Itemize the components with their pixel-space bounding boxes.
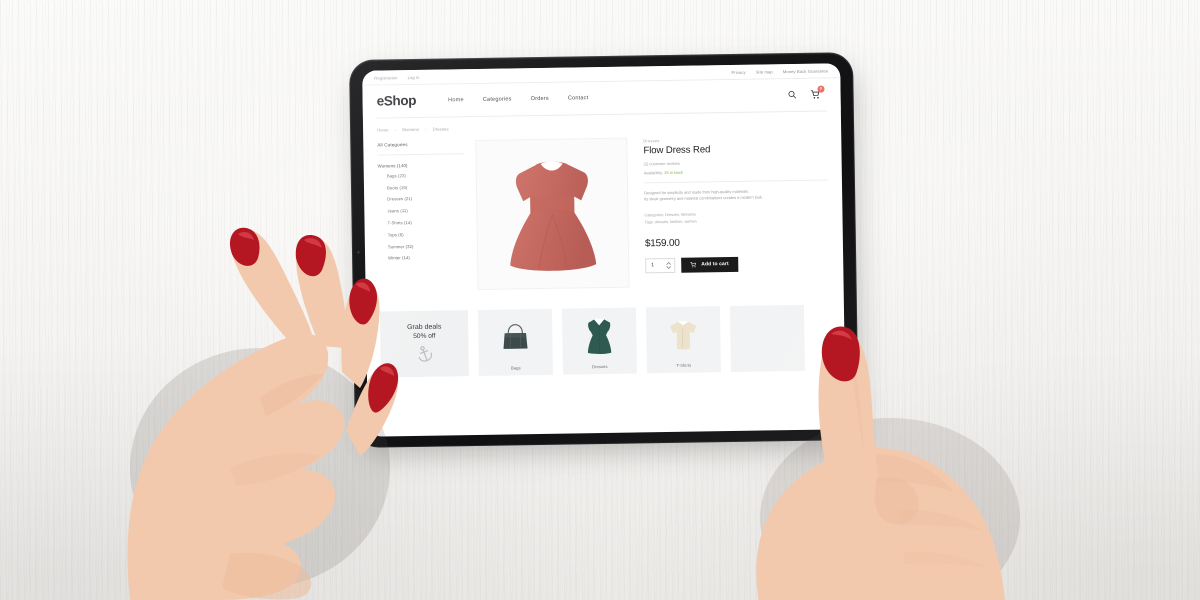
- info-divider: [643, 178, 828, 183]
- product-image[interactable]: [475, 137, 630, 290]
- header-actions: 0: [788, 85, 827, 100]
- add-to-cart-label: Add to cart: [701, 261, 729, 268]
- product-description-line2: Its sleek geometry and material combinat…: [644, 194, 763, 202]
- promo-card-caption: Dresses: [591, 363, 608, 369]
- cart-icon[interactable]: 0: [810, 85, 825, 99]
- quantity-value[interactable]: 1: [651, 262, 666, 269]
- promo-deal-banner[interactable]: Grab deals 50% off: [379, 309, 469, 378]
- promo-card-hidden[interactable]: [729, 304, 805, 372]
- link-money-back-guarantee[interactable]: Money Back Guarantee: [783, 68, 828, 74]
- product-reviews[interactable]: (2) customer reviews: [644, 158, 828, 166]
- breadcrumb-item-home[interactable]: Home: [377, 127, 389, 132]
- chevron-up-icon: [666, 261, 672, 265]
- dress-icon: [562, 307, 637, 364]
- tablet-device: Registration Log in Privacy Site map Mon…: [348, 52, 862, 456]
- promo-strip: Grab deals 50% off Bags Dresses T-Shirts: [366, 284, 845, 378]
- availability-value: 35 in stock: [664, 169, 683, 175]
- page-title: Flow Dress Red: [643, 144, 711, 157]
- promo-deal-line2: 50% off: [413, 332, 436, 341]
- quantity-spinner[interactable]: [666, 261, 672, 270]
- category-sidebar: All Categories Womens (140) Bags (23) Bo…: [377, 138, 465, 291]
- product-tags: Tags: dresses, fashion, women: [644, 219, 697, 225]
- promo-card-bags[interactable]: Bags: [477, 308, 553, 376]
- product-price: $159.00: [644, 237, 680, 250]
- main-nav: Home Categories Orders Contact: [448, 95, 588, 103]
- breadcrumb-item-womens[interactable]: Womens: [402, 126, 419, 131]
- handbag-icon: [478, 308, 553, 365]
- topbar-right-links: Privacy Site map Money Back Guarantee: [731, 68, 828, 75]
- promo-card-thumb: [730, 304, 805, 366]
- availability-label: Availability:: [643, 169, 664, 175]
- promo-card-caption: T-Shirts: [676, 362, 692, 368]
- sidebar-group-womens[interactable]: Womens (140): [377, 154, 463, 170]
- tablet-bezel: Registration Log in Privacy Site map Mon…: [348, 52, 860, 448]
- promo-deal-line1: Grab deals: [407, 323, 442, 332]
- promo-card-caption: Bags: [510, 364, 521, 370]
- link-login[interactable]: Log in: [408, 75, 420, 80]
- anchor-icon: [418, 346, 433, 362]
- nav-item-categories[interactable]: Categories: [483, 96, 512, 102]
- chevron-down-icon: [666, 266, 672, 270]
- breadcrumb-separator-icon: ›: [425, 126, 427, 132]
- brand-logo[interactable]: eShop: [377, 93, 417, 109]
- tshirt-icon: [646, 306, 721, 363]
- breadcrumb-item-dresses: Dresses: [432, 125, 449, 132]
- product-gallery: [475, 135, 630, 290]
- tablet-screen: Registration Log in Privacy Site map Mon…: [362, 63, 846, 437]
- nav-item-orders[interactable]: Orders: [531, 96, 549, 102]
- link-site-map[interactable]: Site map: [756, 69, 773, 74]
- search-icon[interactable]: [788, 90, 797, 99]
- purchase-row: 1 Add to cart: [645, 255, 829, 274]
- link-registration[interactable]: Registration: [374, 75, 397, 80]
- link-privacy[interactable]: Privacy: [731, 70, 745, 75]
- cart-icon: [690, 262, 696, 268]
- promo-card-tshirts[interactable]: T-Shirts: [645, 305, 721, 373]
- cart-badge: 0: [817, 85, 825, 93]
- sidebar-item-winter[interactable]: Winter (14): [379, 251, 465, 264]
- product-info: Dresses Flow Dress Red (2) customer revi…: [639, 132, 829, 287]
- nav-item-contact[interactable]: Contact: [568, 95, 589, 101]
- camera-icon: [356, 250, 361, 255]
- nav-item-home[interactable]: Home: [448, 97, 464, 103]
- product-availability: Availability: 35 in stock: [644, 167, 828, 175]
- add-to-cart-button[interactable]: Add to cart: [681, 256, 738, 273]
- product-meta: Categories: Dresses, Womens Tags: dresse…: [644, 210, 828, 227]
- breadcrumb-separator-icon: ›: [394, 126, 397, 132]
- product-eyebrow: Dresses: [643, 137, 660, 143]
- promo-card-dresses[interactable]: Dresses: [561, 307, 637, 375]
- topbar-left-links: Registration Log in: [374, 75, 419, 81]
- quantity-stepper[interactable]: 1: [645, 257, 676, 274]
- main-content: All Categories Womens (140) Bags (23) Bo…: [363, 132, 843, 291]
